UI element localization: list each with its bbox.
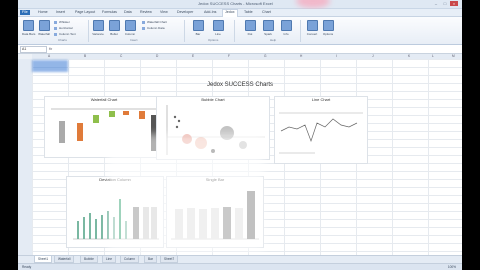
- waterfall-bar: [123, 111, 129, 115]
- column-text-item[interactable]: Column Text: [54, 32, 76, 36]
- sheet-tab[interactable]: Sheet7: [160, 256, 179, 263]
- waterfall-bar: [93, 115, 99, 123]
- bullet-icon: [108, 20, 120, 31]
- options-button[interactable]: Options: [322, 20, 334, 36]
- options-icon: [322, 20, 334, 31]
- column-icon: [124, 20, 136, 31]
- sheet-tab[interactable]: Column: [120, 256, 139, 263]
- tab-formulas[interactable]: Formulas: [100, 10, 119, 15]
- sheet-tab[interactable]: Waterfall: [54, 256, 75, 263]
- data-bars-button[interactable]: Data Bars: [22, 20, 35, 36]
- tab-table[interactable]: Table: [242, 10, 255, 15]
- tab-home[interactable]: Home: [36, 10, 50, 15]
- group-insert: Insert: [130, 38, 138, 42]
- ribbon-separator: [184, 20, 185, 42]
- tab-review[interactable]: Review: [138, 10, 154, 15]
- convert-button[interactable]: Convert: [306, 20, 318, 36]
- data-bars-icon: [22, 20, 34, 31]
- waterfall-icon: [38, 20, 50, 31]
- whisker-item[interactable]: Whisker: [54, 20, 70, 24]
- line-plot: [279, 112, 363, 154]
- column-bar: [83, 217, 85, 239]
- variance-button[interactable]: Variance: [92, 20, 104, 36]
- ribbon-separator: [234, 20, 235, 42]
- column-bar: [101, 215, 103, 239]
- sheet-tabs: Sheet1 Waterfall Bubble Line Column Bar …: [18, 255, 462, 263]
- title-bar: Jedox SUCCESS Charts - Microsoft Excel –…: [18, 0, 462, 9]
- tab-add-ins[interactable]: Add-Ins: [202, 10, 218, 15]
- column-button[interactable]: Column: [124, 20, 136, 36]
- info-icon: [280, 20, 292, 31]
- waterfall-bar: [77, 123, 83, 141]
- spark-icon: [262, 20, 274, 31]
- waterfall-bar: [139, 111, 145, 119]
- bullet-button[interactable]: Bullet: [108, 20, 120, 36]
- dot-button[interactable]: Dot: [244, 20, 256, 36]
- group-options: Options: [208, 38, 219, 42]
- tab-chart[interactable]: Chart: [260, 10, 273, 15]
- group-help: Help: [270, 38, 277, 42]
- group-charts: Charts: [58, 38, 67, 42]
- convert-icon: [306, 20, 318, 31]
- horizontal-item[interactable]: Horizontal: [54, 26, 73, 30]
- sheet-title: Jedox SUCCESS Charts: [206, 82, 274, 88]
- line-chart[interactable]: Line Chart: [274, 96, 368, 164]
- column-bar: [95, 219, 97, 239]
- ribbon: Data Bars Waterfall Whisker Horizontal C…: [18, 17, 462, 45]
- formula-bar: A1 fx: [18, 45, 462, 54]
- waterfall-bar: [59, 121, 65, 143]
- sheet-tab[interactable]: Line: [102, 256, 117, 263]
- line-icon: [212, 20, 224, 31]
- maximize-icon[interactable]: □: [441, 1, 449, 6]
- tab-data[interactable]: Data: [122, 10, 134, 15]
- bubble: [177, 119, 181, 123]
- variance-icon: [92, 20, 104, 31]
- tab-insert[interactable]: Insert: [54, 10, 67, 15]
- waterfall-bar: [109, 111, 115, 117]
- function-icon[interactable]: fx: [49, 46, 52, 51]
- status-text: Ready: [22, 265, 32, 269]
- ribbon-separator: [300, 20, 301, 42]
- column-bar: [77, 221, 79, 239]
- ribbon-tabs: File Home Insert Page Layout Formulas Da…: [18, 9, 462, 17]
- series-line: [280, 118, 358, 143]
- window-title: Jedox SUCCESS Charts - Microsoft Excel: [198, 1, 273, 6]
- row-headers[interactable]: [18, 59, 33, 255]
- tab-view[interactable]: View: [158, 10, 170, 15]
- info-button[interactable]: Info: [280, 20, 292, 36]
- tab-jedox[interactable]: Jedox: [222, 9, 238, 17]
- bubble: [175, 125, 179, 129]
- column-data-item[interactable]: Column Data: [142, 26, 165, 30]
- bubble: [173, 115, 177, 119]
- dot-icon: [244, 20, 256, 31]
- blur-overlay: [108, 134, 264, 252]
- zoom-level[interactable]: 100%: [448, 265, 456, 269]
- waterfall-chart-item[interactable]: Waterfall Chart: [142, 20, 167, 24]
- line-button[interactable]: Line: [212, 20, 224, 36]
- status-bar: Ready 100%: [18, 263, 462, 270]
- minimize-icon[interactable]: –: [432, 1, 440, 6]
- bar-icon: [192, 20, 204, 31]
- waterfall-button[interactable]: Waterfall: [38, 20, 50, 36]
- spark-button[interactable]: Spark: [262, 20, 274, 36]
- sheet-tab[interactable]: Sheet1: [34, 256, 53, 263]
- tab-page-layout[interactable]: Page Layout: [73, 10, 97, 15]
- excel-window: Jedox SUCCESS Charts - Microsoft Excel –…: [18, 0, 462, 270]
- name-box[interactable]: A1: [20, 46, 47, 53]
- ribbon-separator: [88, 20, 89, 42]
- sheet-tab[interactable]: Bubble: [80, 256, 98, 263]
- bar-button[interactable]: Bar: [192, 20, 204, 36]
- sheet-tab[interactable]: Bar: [144, 256, 157, 263]
- tab-file[interactable]: File: [20, 10, 30, 15]
- close-icon[interactable]: ×: [450, 1, 458, 6]
- selected-cell[interactable]: [32, 60, 68, 72]
- tab-developer[interactable]: Developer: [175, 10, 195, 15]
- column-bar: [89, 213, 91, 239]
